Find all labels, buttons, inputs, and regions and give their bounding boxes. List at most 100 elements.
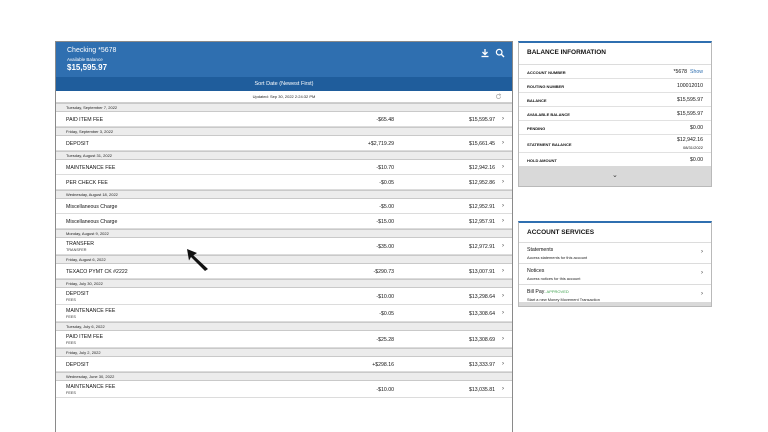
transaction-description: MAINTENANCE FEE (66, 384, 116, 390)
balance-label: HOLD AMOUNT (527, 157, 557, 163)
balance-label: AVAILABLE BALANCE (527, 111, 570, 117)
running-balance: $12,972.91 (469, 243, 495, 250)
transaction-amount: -$0.05 (379, 310, 394, 317)
running-balance: $13,308.69 (469, 336, 495, 343)
transaction-row[interactable]: MAINTENANCE FEE FEES -$0.05 $13,308.64 › (56, 305, 512, 322)
chevron-right-icon[interactable]: › (701, 291, 703, 297)
chevron-right-icon[interactable]: › (502, 218, 504, 224)
chevron-right-icon[interactable]: › (502, 293, 504, 299)
transaction-row[interactable]: PAID ITEM FEE -$65.48 $15,595.97 › (56, 112, 512, 127)
transaction-row[interactable]: DEPOSIT +$2,719.29 $15,661.45 › (56, 136, 512, 151)
account-services-panel: ACCOUNT SERVICES Statements Access statem… (518, 221, 712, 307)
chevron-right-icon[interactable]: › (502, 268, 504, 274)
chevron-right-icon[interactable]: › (502, 140, 504, 146)
transaction-row[interactable]: PAID ITEM FEE FEES -$25.28 $13,308.69 › (56, 331, 512, 348)
balance-row: ACCOUNT NUMBER *5678 Show (519, 65, 711, 79)
chevron-right-icon[interactable]: › (502, 243, 504, 249)
transaction-description: Miscellaneous Charge (66, 219, 118, 225)
chevron-right-icon[interactable]: › (701, 270, 703, 276)
balance-value: *5678 Show (673, 69, 703, 75)
balance-value: $12,942.16 (677, 137, 703, 143)
transaction-amount: -$15.00 (376, 218, 394, 225)
transaction-amount: -$35.00 (376, 243, 394, 250)
service-description: Access statements for this account (527, 255, 588, 260)
balance-value: $0.00 (690, 157, 703, 163)
balance-label: BALANCE (527, 97, 547, 103)
chevron-right-icon[interactable]: › (701, 249, 703, 255)
service-title-text: Notices (527, 268, 545, 274)
transaction-description: DEPOSIT (66, 362, 89, 368)
transaction-row[interactable]: DEPOSIT FEES -$10.00 $13,298.64 › (56, 288, 512, 305)
transaction-category: FEES (66, 391, 76, 395)
account-services-list: Statements Access statements for this acc… (519, 243, 711, 306)
balance-row: BALANCE $15,595.97 (519, 93, 711, 107)
balance-label: PENDING (527, 125, 546, 131)
balance-label: ACCOUNT NUMBER (527, 69, 566, 75)
transaction-row[interactable]: PER CHECK FEE -$0.05 $12,952.86 › (56, 175, 512, 190)
sort-selector[interactable]: Sort Date (Newest First) (56, 77, 512, 91)
chevron-right-icon[interactable]: › (502, 179, 504, 185)
chevron-right-icon[interactable]: › (502, 310, 504, 316)
available-balance-value: $15,595.97 (67, 63, 108, 72)
running-balance: $12,957.91 (469, 218, 495, 225)
service-title: Bill Pay- APPROVED (527, 289, 569, 295)
transaction-description: Miscellaneous Charge (66, 204, 118, 210)
date-header: Friday, September 3, 2022 (56, 127, 512, 136)
transaction-row[interactable]: Miscellaneous Charge -$15.00 $12,957.91 › (56, 214, 512, 229)
transaction-row[interactable]: TRANSFER TRANSFER -$35.00 $12,972.91 › (56, 238, 512, 255)
balance-information-title: BALANCE INFORMATION (519, 43, 711, 65)
balance-value: $15,595.97 (677, 111, 703, 117)
refresh-icon[interactable] (495, 93, 502, 100)
balance-value-text: $15,595.97 (677, 97, 703, 103)
transaction-description: MAINTENANCE FEE (66, 308, 116, 314)
date-header: Wednesday, August 18, 2022 (56, 190, 512, 199)
transaction-row[interactable]: DEPOSIT +$298.16 $13,333.97 › (56, 357, 512, 372)
transaction-description: TEXACO PYMT CK #2222 (66, 269, 128, 275)
chevron-right-icon[interactable]: › (502, 164, 504, 170)
running-balance: $12,942.16 (469, 164, 495, 171)
service-item[interactable]: Statements Access statements for this acc… (519, 243, 711, 264)
balance-value: $0.00 (690, 125, 703, 131)
search-icon[interactable] (495, 48, 505, 58)
balance-label: STATEMENT BALANCE (527, 141, 572, 147)
balance-value: 100012010 (677, 83, 703, 89)
running-balance: $13,007.91 (469, 268, 495, 275)
balance-value: $15,595.97 (677, 97, 703, 103)
transaction-row[interactable]: MAINTENANCE FEE -$10.70 $12,942.16 › (56, 160, 512, 175)
transaction-description: PER CHECK FEE (66, 180, 108, 186)
transaction-row[interactable]: Miscellaneous Charge -$5.00 $12,952.91 › (56, 199, 512, 214)
account-header: Checking *5678 Available Balance $15,595… (56, 42, 512, 77)
download-icon[interactable] (480, 48, 490, 58)
transaction-amount: +$298.16 (372, 361, 394, 368)
balance-row: AVAILABLE BALANCE $15,595.97 (519, 107, 711, 121)
chevron-right-icon[interactable]: › (502, 336, 504, 342)
account-title[interactable]: Checking *5678 (67, 47, 116, 54)
chevron-right-icon[interactable]: › (502, 203, 504, 209)
show-account-number-link[interactable]: Show (690, 69, 703, 75)
transaction-amount: -$290.73 (373, 268, 394, 275)
chevron-right-icon[interactable]: › (502, 386, 504, 392)
transaction-description: DEPOSIT (66, 291, 89, 297)
transaction-row[interactable]: MAINTENANCE FEE FEES -$10.00 $13,035.81 › (56, 381, 512, 398)
transaction-description: PAID ITEM FEE (66, 334, 104, 340)
running-balance: $12,952.91 (469, 203, 495, 210)
balance-row: STATEMENT BALANCE $12,942.16 08/31/2022 (519, 135, 711, 153)
transaction-category: FEES (66, 341, 76, 345)
transaction-amount: -$10.00 (376, 386, 394, 393)
transaction-amount: -$5.00 (379, 203, 394, 210)
date-header: Tuesday, July 6, 2022 (56, 322, 512, 331)
chevron-down-icon[interactable]: ⌄ (612, 171, 618, 179)
service-item[interactable]: Notices Access notices for this account › (519, 264, 711, 285)
transaction-description: MAINTENANCE FEE (66, 165, 116, 171)
transaction-description: PAID ITEM FEE (66, 117, 104, 123)
balance-label: ROUTING NUMBER (527, 83, 565, 89)
transaction-row[interactable]: TEXACO PYMT CK #2222 -$290.73 $13,007.91 › (56, 264, 512, 279)
available-balance-label: Available Balance (67, 57, 103, 62)
running-balance: $15,595.97 (469, 116, 495, 123)
date-header: Friday, July 2, 2022 (56, 348, 512, 357)
chevron-right-icon[interactable]: › (502, 116, 504, 122)
transaction-amount: -$25.28 (376, 336, 394, 343)
chevron-right-icon[interactable]: › (502, 361, 504, 367)
expand-bar[interactable]: ⌄ (519, 166, 711, 186)
services-footer (519, 302, 711, 306)
